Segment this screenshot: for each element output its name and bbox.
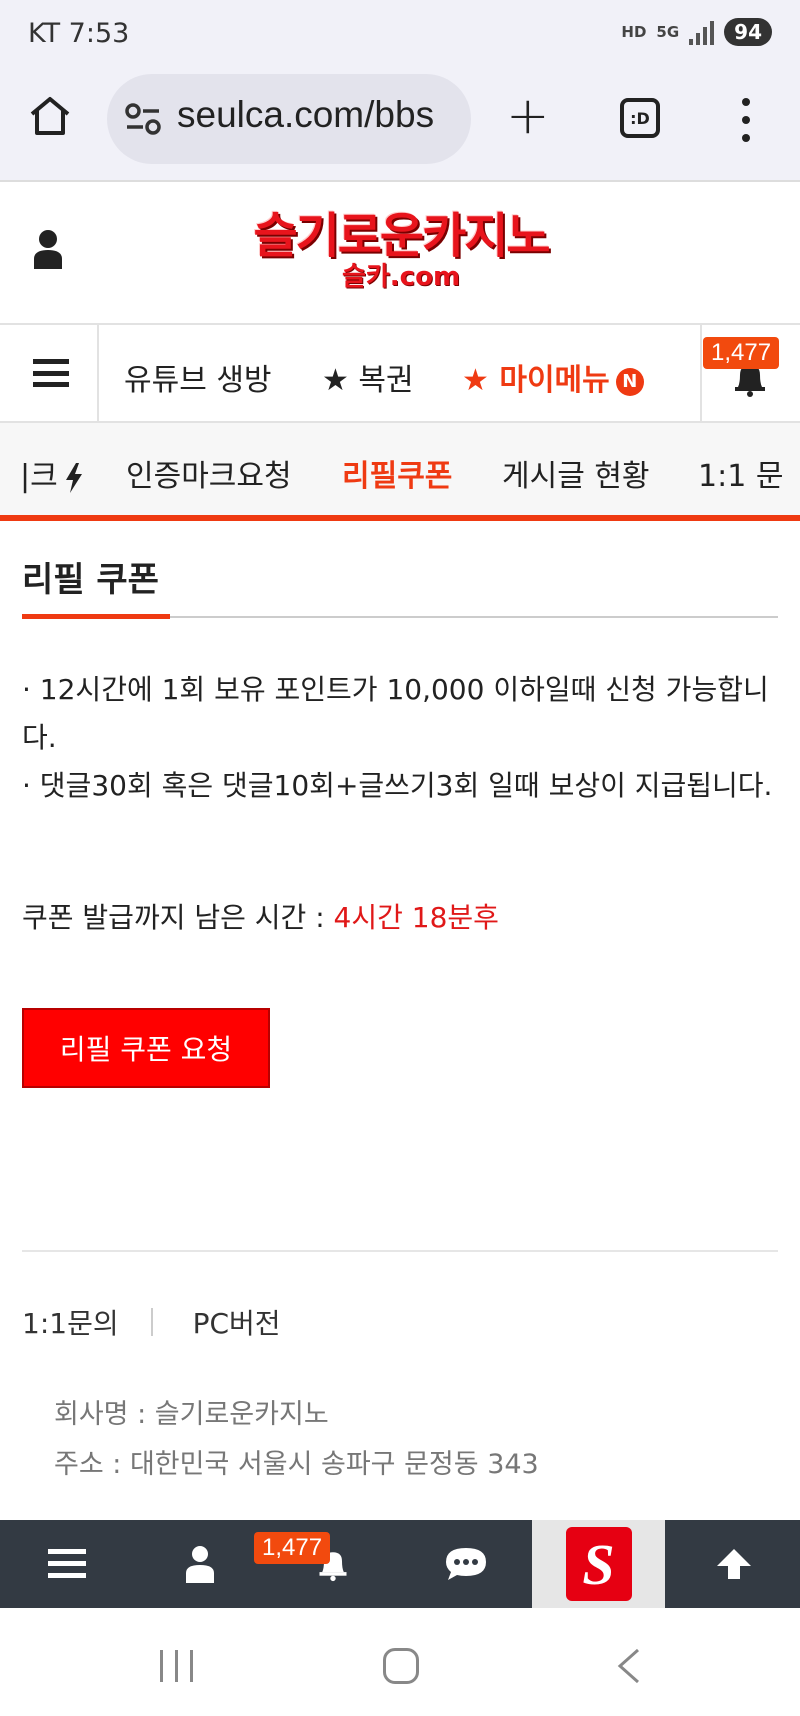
recents-icon[interactable]: [160, 1650, 193, 1682]
title-accent-bar: [22, 614, 170, 619]
user-icon[interactable]: [32, 229, 64, 269]
countdown-label: 쿠폰 발급까지 남은 시간 :: [22, 901, 334, 934]
carrier-time: KT 7:53: [28, 18, 130, 49]
company-name: 회사명 : 슬기로운카지노: [54, 1399, 329, 1430]
network-5g-icon: 5G: [656, 23, 680, 41]
tab-switcher-button[interactable]: :D: [620, 98, 660, 138]
battery-indicator: 94: [724, 18, 772, 46]
footer-link-pc-version[interactable]: PC버전: [193, 1302, 281, 1342]
main-nav: 유튜브 생방 ★ 복권 ★ 마이메뉴 N 1,477: [0, 323, 800, 423]
bottom-menu-button[interactable]: [0, 1520, 133, 1608]
sub-nav-item-refill-coupon[interactable]: 리필쿠폰: [342, 451, 452, 495]
bottom-logo-button[interactable]: S: [532, 1520, 665, 1608]
scroll-top-button[interactable]: [667, 1520, 800, 1608]
menu-button[interactable]: [0, 325, 99, 421]
hamburger-icon: [33, 359, 69, 387]
company-address: 주소 : 대한민국 서울시 송파구 문정동 343: [54, 1449, 539, 1480]
arrow-up-icon: [716, 1549, 751, 1579]
sub-nav-item-inquiry[interactable]: 1:1 문: [698, 451, 783, 495]
nav-item-my-menu[interactable]: ★ 마이메뉴 N: [462, 355, 644, 399]
site-settings-icon[interactable]: [125, 102, 161, 136]
logo-main-text: 슬기로운카지노: [253, 208, 550, 264]
status-bar: KT 7:53 HD 5G 94: [0, 0, 800, 70]
sub-nav-item-cert-mark-request[interactable]: 인증마크요청: [126, 451, 292, 495]
browser-toolbar: seulca.com/bbs + :D: [0, 70, 800, 182]
hd-icon: HD: [621, 23, 647, 41]
notice-line-2: · 댓글30회 혹은 댓글10회+글쓰기3회 일때 보상이 지급됩니다.: [22, 769, 773, 802]
home-icon[interactable]: [28, 94, 78, 144]
more-menu-icon[interactable]: [740, 98, 752, 142]
new-tab-icon[interactable]: +: [506, 90, 550, 142]
home-circle-icon[interactable]: [383, 1648, 419, 1684]
countdown: 쿠폰 발급까지 남은 시간 : 4시간 18분후: [22, 896, 499, 936]
bottom-user-button[interactable]: [133, 1520, 266, 1608]
hamburger-icon: [47, 1549, 86, 1578]
notice-text: · 12시간에 1회 보유 포인트가 10,000 이하일때 신청 가능합니다.…: [22, 666, 778, 810]
bottom-chat-button[interactable]: [399, 1520, 532, 1608]
system-nav-bar: [0, 1608, 800, 1716]
site-header: 슬기로운카지노 슬카.com: [0, 183, 800, 323]
back-icon[interactable]: [612, 1648, 648, 1684]
sub-nav-item-post-status[interactable]: 게시글 현황: [502, 451, 650, 495]
countdown-value: 4시간 18분후: [333, 901, 499, 934]
nav-item-lottery[interactable]: ★ 복권: [322, 355, 414, 399]
refill-coupon-request-button[interactable]: 리필 쿠폰 요청: [22, 1008, 270, 1088]
footer-divider: [22, 1250, 778, 1252]
nav-item-my-menu-label: ★ 마이메뉴: [462, 363, 610, 398]
page-title: 리필 쿠폰: [22, 560, 159, 600]
new-badge: N: [615, 367, 644, 396]
status-icons: HD 5G 94: [621, 18, 772, 46]
sub-nav-item-mark[interactable]: |크: [20, 451, 84, 495]
site-logo-icon: S: [565, 1527, 632, 1601]
footer-link-inquiry[interactable]: 1:1문의: [22, 1302, 119, 1342]
notice-line-1: · 12시간에 1회 보유 포인트가 10,000 이하일때 신청 가능합니다.: [22, 673, 769, 754]
chat-icon: [445, 1548, 486, 1580]
logo-sub-text: 슬카.com: [341, 262, 461, 292]
lightning-icon: [65, 462, 82, 493]
address-bar[interactable]: seulca.com/bbs: [107, 74, 471, 164]
notification-count-badge: 1,477: [703, 337, 780, 369]
user-icon: [185, 1546, 214, 1583]
sub-nav-item-mark-label: |크: [20, 459, 58, 494]
company-info: 회사명 : 슬기로운카지노 주소 : 대한민국 서울시 송파구 문정동 343: [54, 1390, 539, 1490]
bottom-notification-count-badge: 1,477: [254, 1532, 331, 1564]
site-logo[interactable]: 슬기로운카지노 슬카.com: [238, 209, 564, 291]
footer-separator: [150, 1308, 153, 1336]
nav-item-youtube-live[interactable]: 유튜브 생방: [124, 355, 272, 399]
bottom-app-bar: 1,477 S: [0, 1520, 800, 1608]
url-text: seulca.com/bbs: [177, 94, 435, 135]
sub-nav: |크 인증마크요청 리필쿠폰 게시글 현황 1:1 문: [0, 423, 800, 521]
footer-links: 1:1문의 PC버전: [22, 1302, 281, 1342]
signal-icon: [689, 19, 715, 45]
